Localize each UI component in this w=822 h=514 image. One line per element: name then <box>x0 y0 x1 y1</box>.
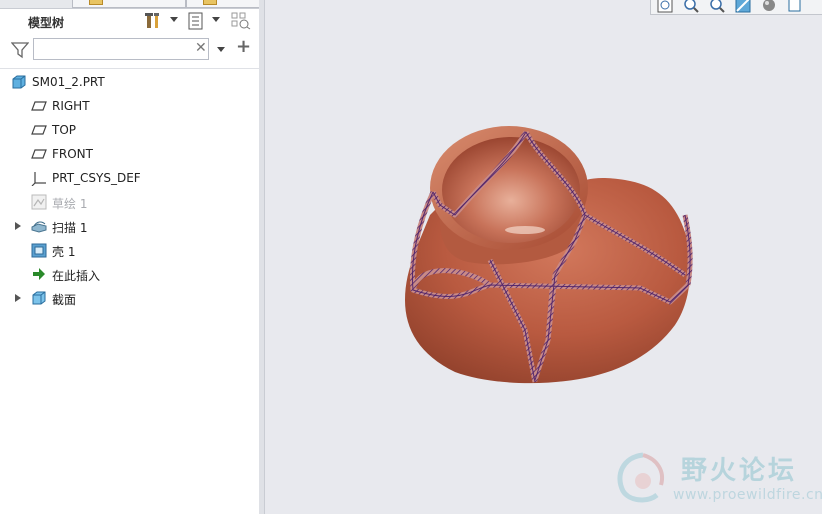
datum-plane-icon <box>31 149 47 159</box>
folder-icon <box>203 0 217 5</box>
clear-search-icon[interactable]: ✕ <box>195 41 209 55</box>
tree-item-sweep[interactable]: 扫描 1 <box>0 215 259 237</box>
tab-favorites[interactable] <box>186 0 260 8</box>
search-row: ✕ + <box>0 36 259 64</box>
search-input[interactable] <box>33 38 209 60</box>
sweep-icon <box>31 221 47 233</box>
add-column-icon[interactable]: + <box>236 38 252 56</box>
shell-icon <box>31 243 47 258</box>
show-dropdown-icon[interactable] <box>212 17 220 22</box>
forum-logo-icon <box>617 452 664 503</box>
datum-plane-icon <box>31 101 47 111</box>
datum-plane-icon <box>31 125 47 135</box>
expand-arrow-icon[interactable] <box>15 294 21 302</box>
tree-item-label: PRT_CSYS_DEF <box>52 171 141 185</box>
part-icon <box>12 75 26 89</box>
model-viewport[interactable] <box>265 0 822 514</box>
csys-icon <box>31 172 46 186</box>
watermark: 野火论坛 www.proewildfire.cn <box>611 447 822 509</box>
tree-item-label: 草绘 1 <box>52 197 88 211</box>
section-icon <box>32 291 46 305</box>
tools-icon[interactable] <box>144 12 164 30</box>
tree-item-part[interactable]: SM01_2.PRT <box>0 71 259 93</box>
tree-item-label: 截面 <box>52 293 77 307</box>
divider <box>0 68 259 69</box>
tree-item-label: SM01_2.PRT <box>32 75 105 89</box>
watermark-url: www.proewildfire.cn <box>673 487 822 503</box>
show-settings-icon[interactable] <box>187 12 207 30</box>
folder-icon <box>89 0 103 5</box>
search-dropdown-icon[interactable] <box>217 47 225 52</box>
tree-item-shell[interactable]: 壳 1 <box>0 239 259 261</box>
tools-dropdown-icon[interactable] <box>170 17 178 22</box>
tree-item-label: RIGHT <box>52 99 90 113</box>
filter-icon[interactable] <box>11 41 29 59</box>
watermark-title: 野火论坛 <box>681 456 798 486</box>
model-tree-panel: 模型树 ✕ + SM01_2.PRT RIGHT TOP FRONT PRT_C… <box>0 0 260 514</box>
tree-item-insert-here[interactable]: 在此插入 <box>0 263 259 285</box>
expand-arrow-icon[interactable] <box>15 222 21 230</box>
tree-item-label: FRONT <box>52 147 93 161</box>
sketch-icon <box>31 194 47 210</box>
model-tree-title: 模型树 <box>28 16 65 30</box>
tree-item-label: 扫描 1 <box>52 221 88 235</box>
tree-item-right-plane[interactable]: RIGHT <box>0 95 259 117</box>
insert-here-arrow-icon <box>33 268 45 280</box>
tab-folder-browser[interactable] <box>72 0 186 8</box>
tree-item-label: 在此插入 <box>52 269 101 283</box>
tree-item-section[interactable]: 截面 <box>0 287 259 309</box>
tree-item-sketch[interactable]: 草绘 1 <box>0 191 259 213</box>
tree-filters-icon[interactable] <box>231 12 251 30</box>
tree-item-csys[interactable]: PRT_CSYS_DEF <box>0 167 259 189</box>
tree-item-label: TOP <box>52 123 77 137</box>
tree-item-top-plane[interactable]: TOP <box>0 119 259 141</box>
tree-item-label: 壳 1 <box>52 245 76 259</box>
model-tree-header: 模型树 <box>0 8 259 34</box>
model-inner-highlight <box>505 226 545 234</box>
tree-item-front-plane[interactable]: FRONT <box>0 143 259 165</box>
